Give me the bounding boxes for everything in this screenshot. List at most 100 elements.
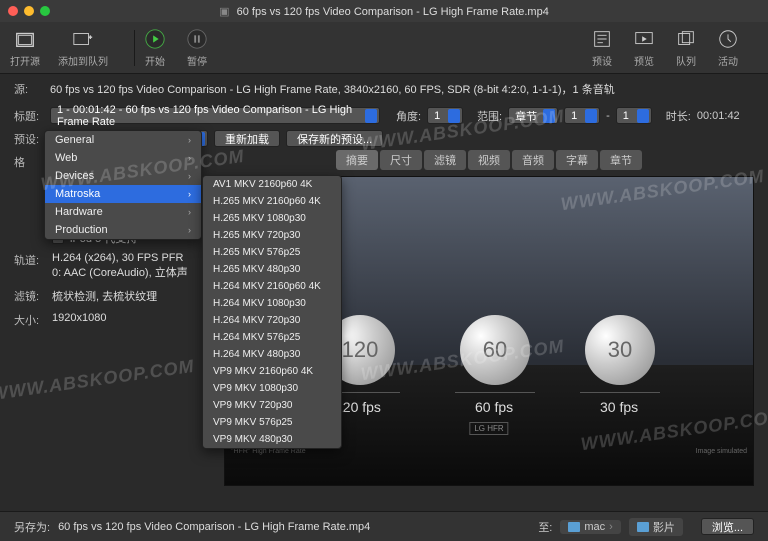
- submenu-item[interactable]: VP9 MKV 2160p60 4K: [203, 363, 341, 380]
- folder-icon: [568, 522, 580, 532]
- size-label: 大小:: [14, 312, 52, 328]
- submenu-item[interactable]: H.264 MKV 2160p60 4K: [203, 278, 341, 295]
- duration-value: 00:01:42: [697, 110, 740, 122]
- chevron-right-icon: ›: [188, 171, 191, 181]
- chevron-right-icon: ›: [188, 207, 191, 217]
- close-window-button[interactable]: [8, 6, 18, 16]
- filter-value: 梳状检测, 去梳状纹理: [52, 288, 214, 304]
- ball-60: 60: [460, 315, 530, 385]
- preset-label: 预设:: [14, 131, 44, 147]
- submenu-item[interactable]: H.264 MKV 480p30: [203, 346, 341, 363]
- source-value: 60 fps vs 120 fps Video Comparison - LG …: [50, 81, 615, 97]
- range-sep: -: [606, 110, 610, 122]
- title-select[interactable]: 1 - 00:01:42 - 60 fps vs 120 fps Video C…: [50, 107, 380, 124]
- submenu-item[interactable]: H.265 MKV 2160p60 4K: [203, 193, 341, 210]
- preview-bl-text: "HFR" High Frame Rate: [231, 448, 306, 455]
- start-button[interactable]: 开始: [143, 27, 167, 68]
- ball-60-label: 60 fps: [475, 399, 513, 415]
- track-label: 轨道:: [14, 252, 52, 280]
- queue-icon: [674, 27, 698, 51]
- submenu-item[interactable]: VP9 MKV 576p25: [203, 414, 341, 431]
- track-value: H.264 (x264), 30 FPS PFR 0: AAC (CoreAud…: [52, 252, 214, 280]
- path-segment-mac[interactable]: mac›: [560, 520, 620, 534]
- ball-30-label: 30 fps: [600, 399, 638, 415]
- chevron-right-icon: ›: [188, 135, 191, 145]
- preset-button[interactable]: 预设: [590, 27, 614, 68]
- add-queue-icon: [71, 27, 95, 51]
- duration-label: 时长:: [666, 108, 691, 124]
- dropdown-item-hardware[interactable]: Hardware›: [45, 203, 201, 221]
- dropdown-item-production[interactable]: Production›: [45, 221, 201, 239]
- tab-dimensions[interactable]: 尺寸: [380, 150, 422, 170]
- tab-subtitles[interactable]: 字幕: [556, 150, 598, 170]
- pause-icon: [185, 27, 209, 51]
- submenu-item[interactable]: H.265 MKV 1080p30: [203, 210, 341, 227]
- folder-icon: [637, 522, 649, 532]
- submenu-item[interactable]: H.264 MKV 720p30: [203, 312, 341, 329]
- dropdown-item-devices[interactable]: Devices›: [45, 167, 201, 185]
- title-row: 标题: 1 - 00:01:42 - 60 fps vs 120 fps Vid…: [0, 104, 768, 127]
- play-icon: [143, 27, 167, 51]
- range-from-select[interactable]: 1: [564, 107, 600, 124]
- chevron-right-icon: ›: [188, 189, 191, 199]
- file-icon: ▣: [219, 6, 229, 18]
- dropdown-item-matroska[interactable]: Matroska›: [45, 185, 201, 203]
- range-label: 范围:: [477, 108, 502, 124]
- browse-button[interactable]: 浏览...: [701, 518, 754, 535]
- range-to-select[interactable]: 1: [616, 107, 652, 124]
- pause-button[interactable]: 暂停: [185, 27, 209, 68]
- submenu-item[interactable]: H.265 MKV 576p25: [203, 244, 341, 261]
- activity-button[interactable]: 活动: [716, 27, 740, 68]
- submenu-item[interactable]: AV1 MKV 2160p60 4K: [203, 176, 341, 193]
- submenu-item[interactable]: H.264 MKV 576p25: [203, 329, 341, 346]
- to-label: 至:: [538, 519, 552, 535]
- angle-label: 角度:: [396, 108, 421, 124]
- angle-select[interactable]: 1: [427, 107, 463, 124]
- preset-icon: [590, 27, 614, 51]
- source-label: 源:: [14, 81, 44, 97]
- ball-30: 30: [585, 315, 655, 385]
- tab-audio[interactable]: 音频: [512, 150, 554, 170]
- open-icon: [13, 27, 37, 51]
- activity-icon: [716, 27, 740, 51]
- tab-summary[interactable]: 摘要: [336, 150, 378, 170]
- preview-br-text: Image simulated: [696, 448, 747, 455]
- submenu-item[interactable]: VP9 MKV 480p30: [203, 431, 341, 448]
- chevron-right-icon: ›: [188, 153, 191, 163]
- maximize-window-button[interactable]: [40, 6, 50, 16]
- submenu-item[interactable]: VP9 MKV 720p30: [203, 397, 341, 414]
- submenu-item[interactable]: VP9 MKV 1080p30: [203, 380, 341, 397]
- toolbar: 打开源 添加到队列 开始 暂停 预设 预览 队列 活动: [0, 22, 768, 74]
- chevron-right-icon: ›: [188, 225, 191, 235]
- range-type-select[interactable]: 章节: [508, 107, 558, 124]
- tab-filters[interactable]: 滤镜: [424, 150, 466, 170]
- bottom-bar: 另存为: 60 fps vs 120 fps Video Comparison …: [0, 511, 768, 541]
- source-row: 源: 60 fps vs 120 fps Video Comparison - …: [0, 78, 768, 100]
- queue-button[interactable]: 队列: [674, 27, 698, 68]
- dropdown-item-web[interactable]: Web›: [45, 149, 201, 167]
- submenu-item[interactable]: H.265 MKV 480p30: [203, 261, 341, 278]
- saveas-label: 另存为:: [14, 519, 50, 535]
- submenu-item[interactable]: H.264 MKV 1080p30: [203, 295, 341, 312]
- minimize-window-button[interactable]: [24, 6, 34, 16]
- title-label: 标题:: [14, 108, 44, 124]
- window-controls: [8, 6, 50, 16]
- lg-hfr-badge: LG HFR: [469, 422, 508, 435]
- tab-video[interactable]: 视频: [468, 150, 510, 170]
- window-title-text: 60 fps vs 120 fps Video Comparison - LG …: [237, 6, 549, 18]
- preview-icon: [632, 27, 656, 51]
- titlebar: ▣ 60 fps vs 120 fps Video Comparison - L…: [0, 0, 768, 22]
- preview-button[interactable]: 预览: [632, 27, 656, 68]
- size-value: 1920x1080: [52, 312, 214, 328]
- save-preset-button[interactable]: 保存新的预设...: [286, 130, 383, 147]
- matroska-submenu: AV1 MKV 2160p60 4K H.265 MKV 2160p60 4K …: [202, 175, 342, 449]
- tab-chapters[interactable]: 章节: [600, 150, 642, 170]
- dropdown-item-general[interactable]: General›: [45, 131, 201, 149]
- saveas-filename: 60 fps vs 120 fps Video Comparison - LG …: [58, 521, 370, 533]
- open-source-button[interactable]: 打开源: [10, 27, 40, 68]
- filter-label: 滤镜:: [14, 288, 52, 304]
- submenu-item[interactable]: H.265 MKV 720p30: [203, 227, 341, 244]
- path-segment-movies[interactable]: 影片: [629, 518, 683, 536]
- add-to-queue-button[interactable]: 添加到队列: [58, 27, 108, 68]
- reload-button[interactable]: 重新加载: [214, 130, 280, 147]
